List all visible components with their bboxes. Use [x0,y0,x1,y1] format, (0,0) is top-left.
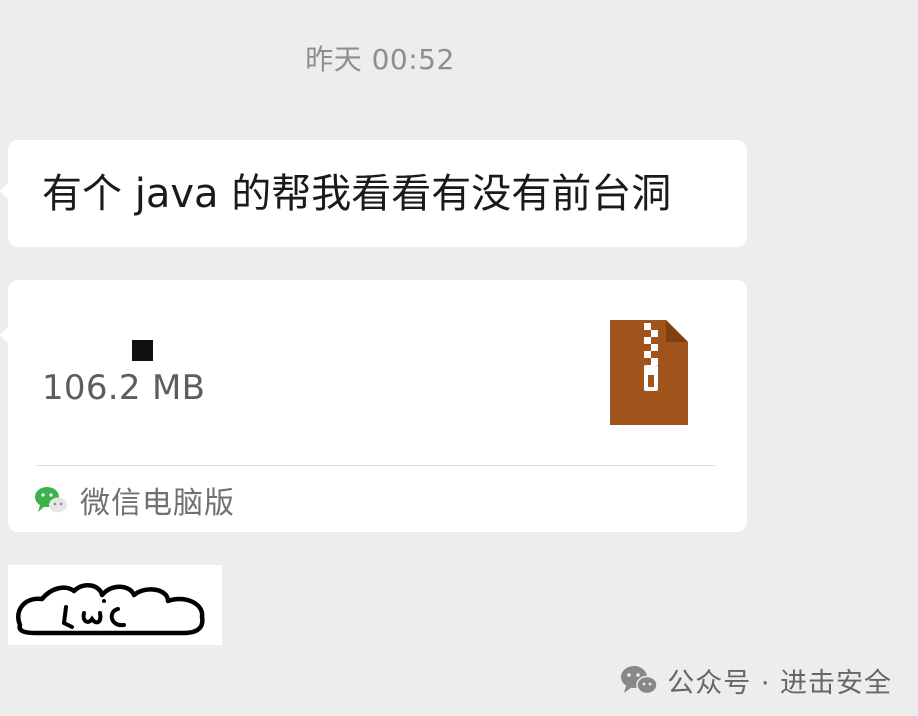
file-source-row: 微信电脑版 [34,482,235,521]
file-name-redacted [132,340,154,362]
text-message-content: 有个 java 的帮我看看有没有前台洞 [42,171,672,217]
cartoon-cat-sticker [16,582,205,636]
wechat-icon [35,487,67,513]
chat-timestamp: 昨天 00:52 [305,43,455,76]
watermark: 公众号 · 进击安全 [619,661,892,699]
text-message-bubble[interactable]: 有个 java 的帮我看看有没有前台洞 [0,140,747,247]
sticker-message[interactable] [8,565,222,645]
watermark-text: 公众号 · 进击安全 [667,667,892,699]
file-size: 106.2 MB [42,368,206,408]
file-message-bubble[interactable]: 106.2 MB 微信电脑版 [0,280,747,532]
wechat-icon [621,666,658,695]
file-bubble-divider [36,465,715,466]
zip-archive-icon [610,320,688,425]
file-source-label: 微信电脑版 [80,486,235,521]
